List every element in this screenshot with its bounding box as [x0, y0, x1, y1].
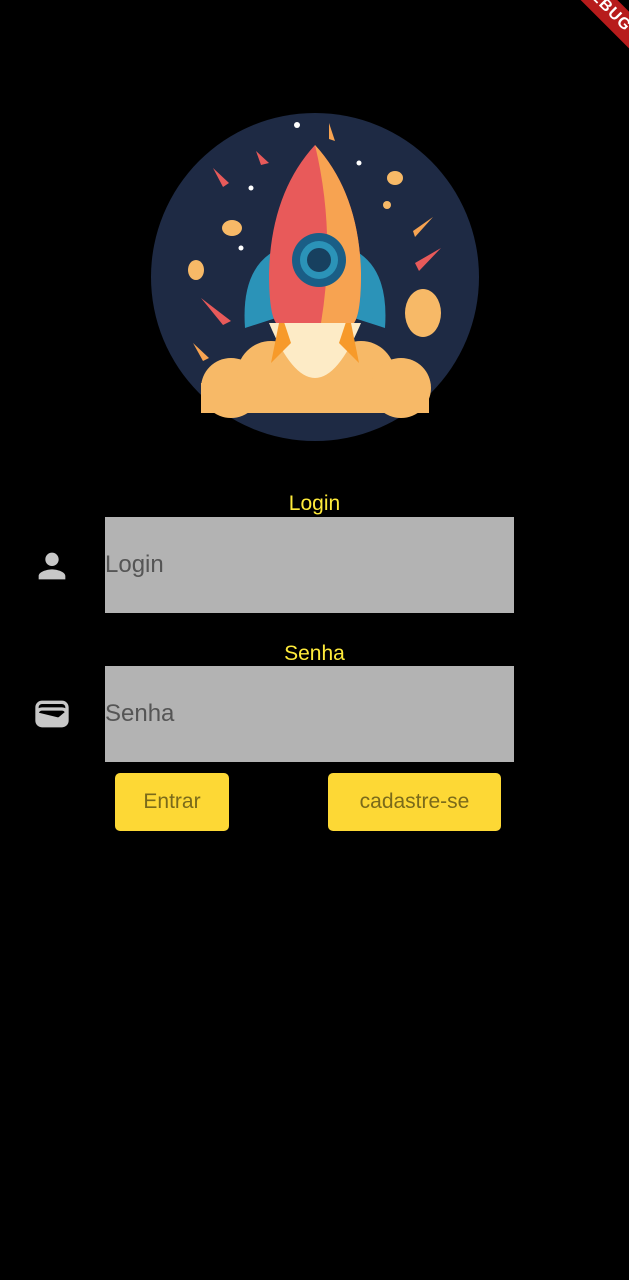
login-label: Login: [288, 492, 341, 515]
login-input[interactable]: [105, 517, 514, 613]
person-icon: [38, 552, 66, 580]
debug-banner: DEBUG: [543, 0, 629, 70]
signup-button[interactable]: cadastre-se: [328, 773, 501, 831]
login-screen: { "debug_banner": "DEBUG", "logo": { "ic…: [0, 0, 629, 1280]
password-input[interactable]: [105, 666, 514, 762]
wallet-icon: [35, 700, 69, 728]
rocket-logo: [151, 113, 479, 441]
password-field[interactable]: [105, 666, 514, 762]
password-label: Senha: [284, 642, 345, 665]
login-field[interactable]: [105, 517, 514, 613]
enter-button[interactable]: Entrar: [115, 773, 229, 831]
